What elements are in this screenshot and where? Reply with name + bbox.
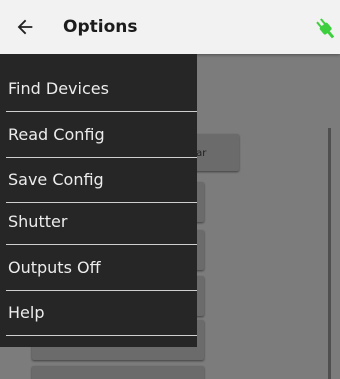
plug-icon[interactable]	[312, 16, 340, 42]
menu-item-save-config[interactable]: Save Config	[0, 157, 197, 203]
menu-item-find-devices[interactable]: Find Devices	[0, 66, 197, 112]
page-title: Options	[63, 17, 138, 37]
menu-item-outputs-off[interactable]: Outputs Off	[0, 245, 197, 291]
background-control[interactable]	[32, 366, 204, 379]
menu-item-read-config[interactable]: Read Config	[0, 112, 197, 158]
menu-item-shutter[interactable]: Shutter	[0, 199, 197, 245]
overflow-menu: Find Devices Read Config Save Config Shu…	[0, 54, 197, 347]
menu-item-help[interactable]: Help	[0, 290, 197, 336]
app-bar: Options	[0, 0, 340, 54]
divider	[328, 128, 331, 379]
arrow-left-icon[interactable]	[14, 16, 36, 38]
